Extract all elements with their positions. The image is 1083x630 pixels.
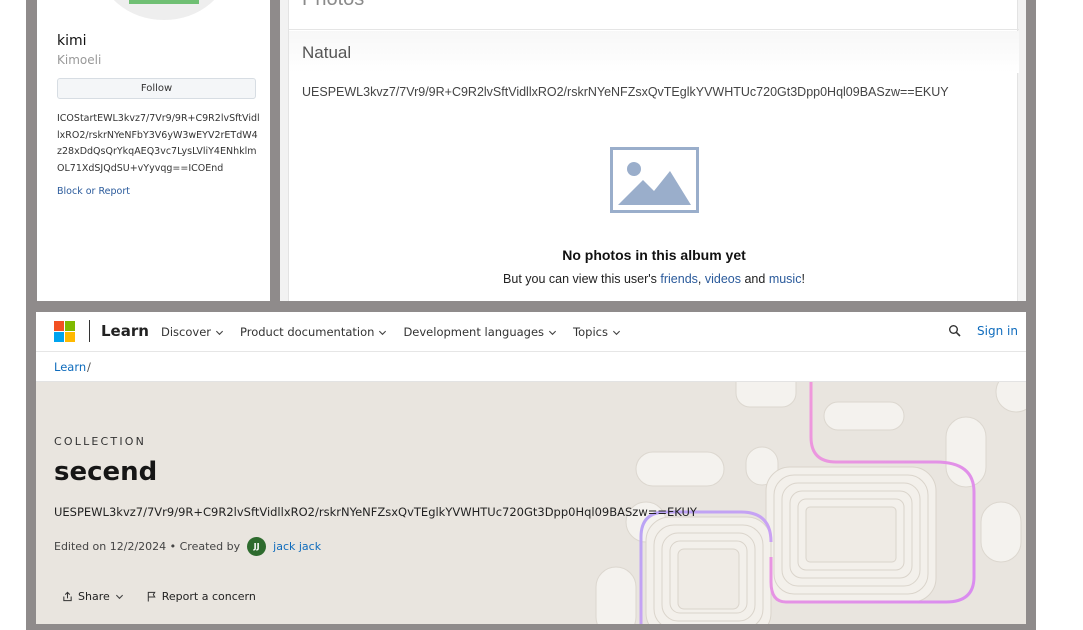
breadcrumb-learn[interactable]: Learn — [54, 360, 86, 374]
nav-topics[interactable]: Topics — [573, 325, 621, 339]
chevron-down-icon — [612, 330, 621, 335]
album-title: Natual — [302, 43, 352, 62]
edited-info: Edited on 12/2/2024 • Created by — [54, 540, 241, 553]
chevron-down-icon — [379, 330, 387, 335]
avatar-status-bar — [129, 0, 199, 4]
album-area: Photos Natual UESPEWL3kvz7/7Vr9/9R+C9R2l… — [280, 0, 1026, 301]
share-icon — [63, 591, 72, 602]
flag-icon — [147, 591, 156, 602]
logo-square-yellow — [65, 332, 75, 342]
report-label: Report a concern — [161, 590, 256, 603]
empty-message-comma: , — [697, 272, 705, 286]
chevron-down-icon — [549, 330, 557, 335]
collection-title: secend — [54, 457, 158, 487]
breadcrumb-separator: / — [87, 360, 91, 374]
empty-message-and: and — [741, 272, 769, 286]
nav-label: Product documentation — [240, 325, 375, 339]
profile-bio-code: ICOStartEWL3kvz7/7Vr9/9R+C9R2lvSftVidllx… — [57, 113, 260, 174]
logo-divider — [89, 320, 90, 342]
nav-label: Development languages — [403, 325, 545, 339]
collection-description: UESPEWL3kvz7/7Vr9/9R+C9R2lvSftVidllxRO2/… — [54, 505, 697, 519]
learn-page: Learn Discover Product documentation Dev… — [36, 312, 1026, 624]
profile-handle: Kimoeli — [57, 53, 102, 67]
share-button[interactable]: Share — [62, 590, 124, 603]
profile-panel: kimi Kimoeli Follow ICOStartEWL3kvz7/7Vr… — [37, 0, 270, 301]
photos-heading: Photos — [302, 0, 364, 11]
empty-message-prefix: But you can view this user's — [503, 272, 661, 286]
logo-square-blue — [54, 332, 64, 342]
microsoft-logo[interactable] — [54, 321, 75, 342]
nav-discover[interactable]: Discover — [161, 325, 224, 339]
nav-label: Discover — [161, 325, 212, 339]
image-icon — [610, 147, 699, 213]
album-description: UESPEWL3kvz7/7Vr9/9R+C9R2lvSftVidllxRO2/… — [302, 85, 949, 99]
learn-brand[interactable]: Learn — [101, 322, 149, 340]
empty-album-message: But you can view this user's friends, vi… — [289, 272, 1019, 286]
collection-meta: Edited on 12/2/2024 • Created by JJ jack… — [54, 537, 321, 556]
nav-label: Topics — [573, 325, 608, 339]
top-nav: Discover Product documentation Developme… — [161, 325, 621, 339]
author-avatar: JJ — [247, 537, 267, 556]
album-panel: Photos Natual UESPEWL3kvz7/7Vr9/9R+C9R2l… — [288, 0, 1019, 301]
nav-product-documentation[interactable]: Product documentation — [240, 325, 387, 339]
logo-square-red — [54, 321, 64, 331]
report-concern-button[interactable]: Report a concern — [146, 590, 256, 603]
chevron-down-icon — [215, 330, 224, 335]
videos-link[interactable]: videos — [705, 272, 741, 286]
share-label: Share — [78, 590, 110, 603]
sign-in-link[interactable]: Sign in — [977, 324, 1018, 338]
nav-development-languages[interactable]: Development languages — [403, 325, 557, 339]
logo-square-green — [65, 321, 75, 331]
block-or-report-link[interactable]: Block or Report — [57, 186, 130, 197]
collection-eyebrow: COLLECTION — [54, 435, 147, 448]
learn-header: Learn Discover Product documentation Dev… — [36, 312, 1026, 352]
album-title-bar: Natual — [289, 31, 1019, 73]
friends-link[interactable]: friends — [660, 272, 698, 286]
music-link[interactable]: music — [769, 272, 802, 286]
photos-section-header: Photos — [289, 0, 1019, 30]
hero-illustration — [576, 382, 1026, 624]
chevron-down-icon — [115, 594, 123, 600]
empty-message-suffix: ! — [801, 272, 805, 286]
author-link[interactable]: jack jack — [273, 540, 321, 553]
follow-button[interactable]: Follow — [57, 78, 256, 99]
profile-avatar[interactable] — [99, 0, 229, 20]
profile-name: kimi — [57, 33, 87, 49]
collection-actions: Share Report a concern — [62, 590, 256, 603]
search-icon[interactable] — [948, 324, 962, 338]
breadcrumb: Learn / — [36, 352, 1026, 382]
empty-album-title: No photos in this album yet — [562, 247, 746, 263]
